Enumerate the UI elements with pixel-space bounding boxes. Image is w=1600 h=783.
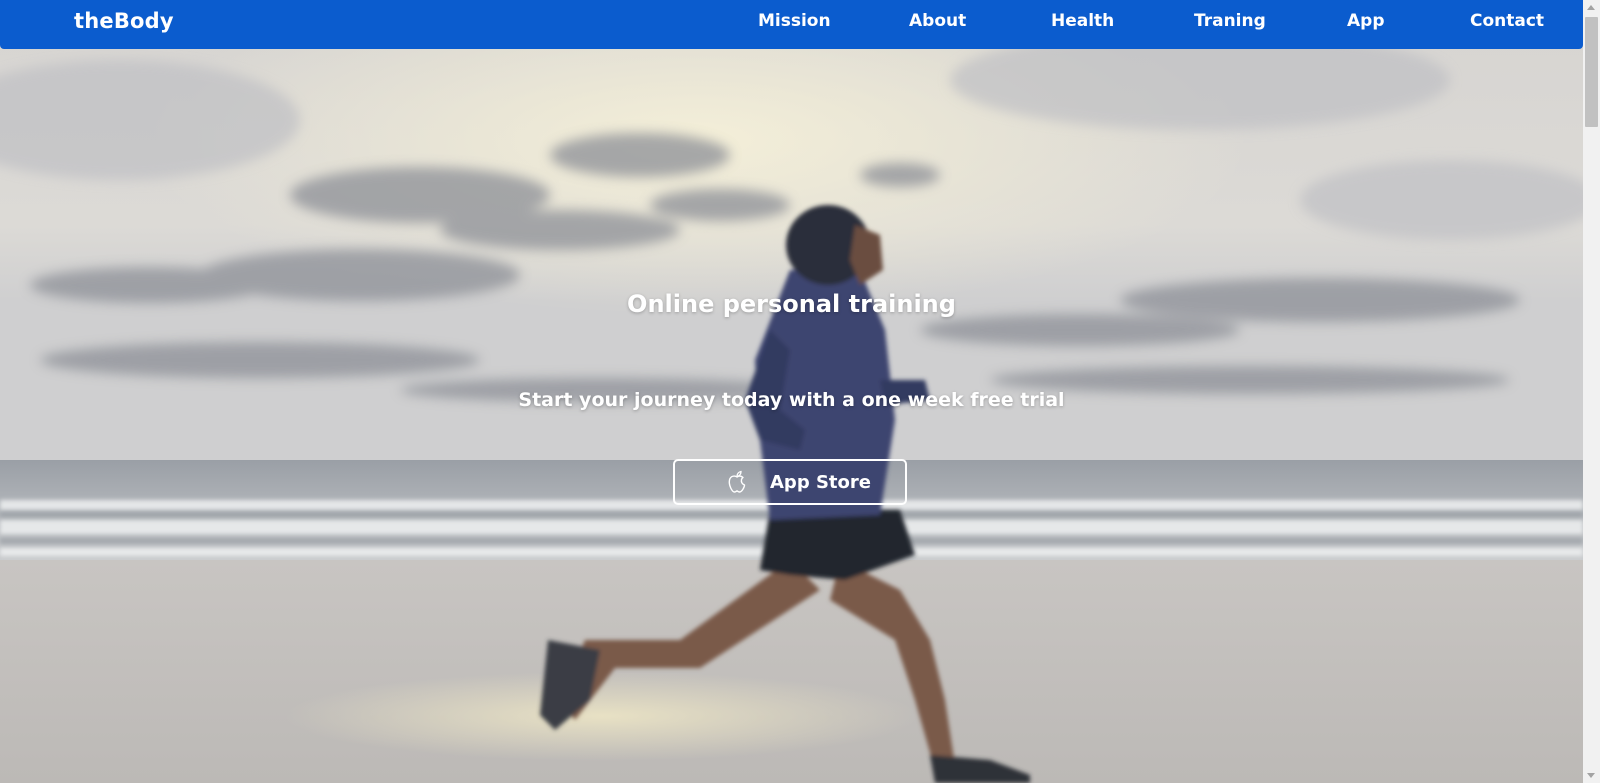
- scroll-down-arrow-icon[interactable]: [1587, 773, 1595, 778]
- nav-link-about[interactable]: About: [909, 11, 966, 31]
- scrollbar-thumb[interactable]: [1585, 17, 1598, 127]
- nav-link-traning[interactable]: Traning: [1194, 11, 1266, 31]
- page-scrollbar[interactable]: [1583, 0, 1600, 783]
- app-store-button[interactable]: App Store: [673, 459, 907, 505]
- scroll-up-arrow-icon[interactable]: [1587, 5, 1595, 10]
- apple-icon: [727, 470, 747, 494]
- hero-subtitle: Start your journey today with a one week…: [518, 389, 1065, 411]
- brand-logo-link[interactable]: theBody: [74, 9, 174, 33]
- nav-link-contact[interactable]: Contact: [1470, 11, 1544, 31]
- navbar: theBody Mission About Health Traning App…: [0, 0, 1583, 49]
- app-store-label: App Store: [770, 472, 871, 493]
- nav-link-app[interactable]: App: [1347, 11, 1385, 31]
- hero-title: Online personal training: [627, 290, 956, 318]
- nav-link-mission[interactable]: Mission: [758, 11, 831, 31]
- page: theBody Mission About Health Traning App…: [0, 0, 1600, 783]
- nav-link-health[interactable]: Health: [1051, 11, 1114, 31]
